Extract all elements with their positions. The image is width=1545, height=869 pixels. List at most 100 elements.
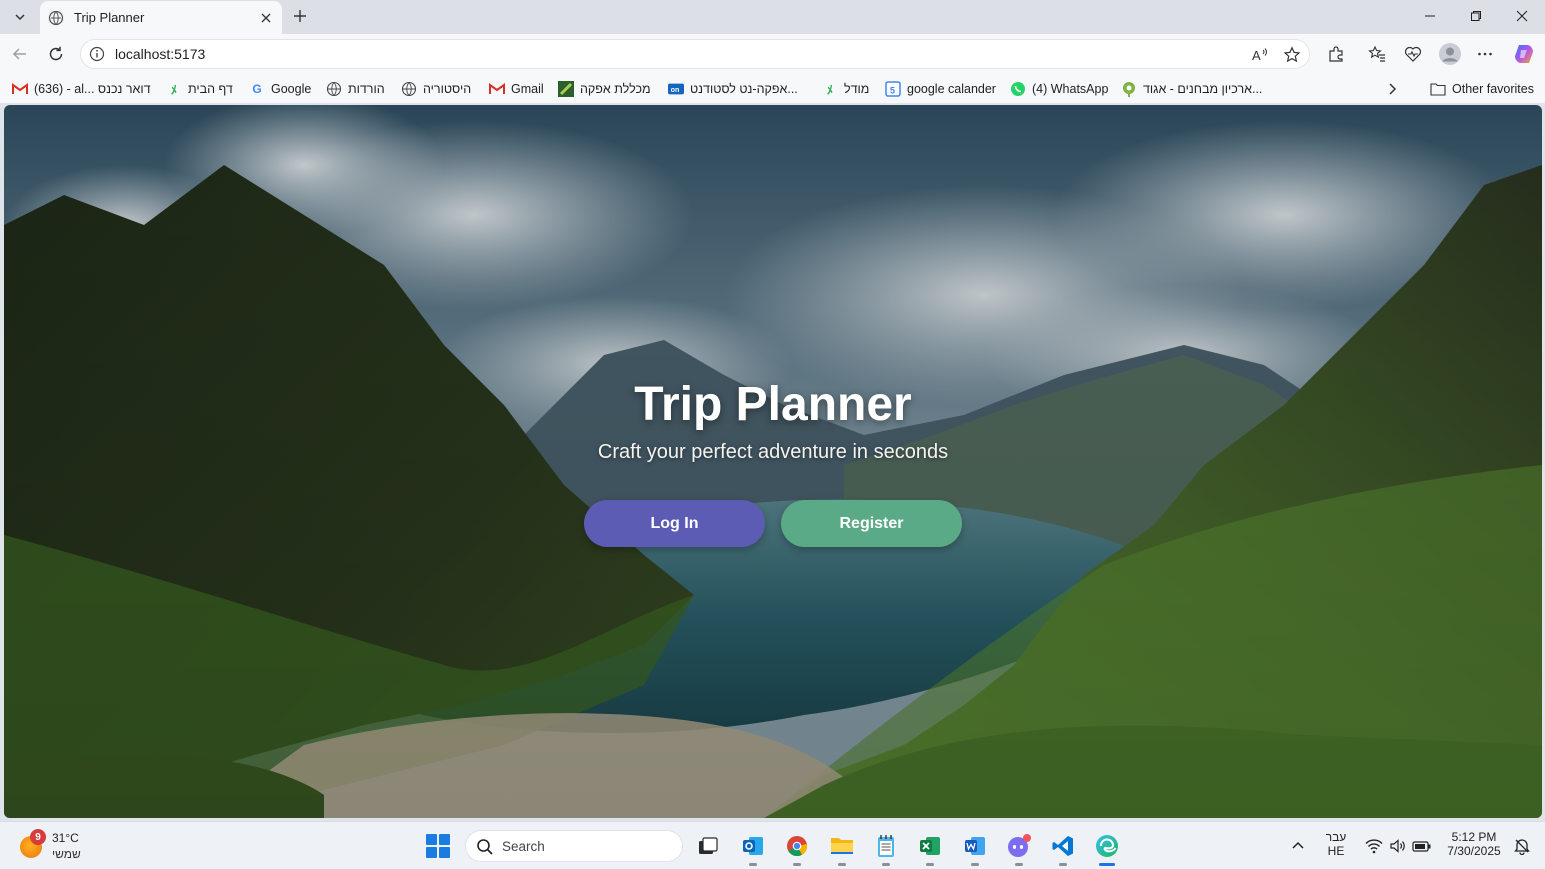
register-button[interactable]: Register xyxy=(781,500,962,547)
discord-icon[interactable] xyxy=(1005,832,1033,866)
favorite-label: מכללת אפקה xyxy=(580,82,651,96)
restore-icon[interactable] xyxy=(1466,6,1486,26)
weather-temperature: 31°C xyxy=(52,831,79,845)
browser-tab-strip: Trip Planner xyxy=(0,0,1545,34)
battery-icon[interactable] xyxy=(1408,832,1436,860)
search-icon xyxy=(477,839,493,855)
vscode-icon[interactable] xyxy=(1049,832,1077,866)
notification-badge: 9 xyxy=(30,829,46,845)
notifications-icon[interactable] xyxy=(1508,832,1536,860)
archive-icon xyxy=(1121,81,1137,97)
running-indicator xyxy=(838,863,846,866)
favorite-label: דף הבית xyxy=(188,82,233,96)
whatsapp-icon xyxy=(1010,81,1026,97)
chrome-icon[interactable] xyxy=(783,832,811,866)
clock[interactable]: 5:12 PM 7/30/2025 xyxy=(1440,830,1508,858)
weather-widget[interactable]: 9 31°C שמשי xyxy=(18,828,98,864)
tab-close-icon[interactable] xyxy=(258,10,274,26)
other-favorites-label: Other favorites xyxy=(1452,82,1534,96)
new-tab-icon[interactable] xyxy=(290,6,310,26)
favorite-label: היסטוריה xyxy=(423,82,472,96)
favorite-google-calendar[interactable]: 5 google calander xyxy=(885,80,996,98)
favorites-overflow-icon[interactable] xyxy=(1385,80,1399,98)
favorite-history[interactable]: היסטוריה xyxy=(401,80,471,98)
favorite-afeka-college[interactable]: מכללת אפקה xyxy=(558,80,651,98)
favorite-star-icon[interactable] xyxy=(1283,46,1301,64)
tab-title: Trip Planner xyxy=(74,10,145,25)
favorite-label: (4) WhatsApp xyxy=(1032,82,1109,96)
word-icon[interactable] xyxy=(961,832,989,866)
page-subtitle: Craft your perfect adventure in seconds xyxy=(597,441,949,463)
profile-avatar-icon[interactable] xyxy=(1438,42,1462,66)
running-indicator xyxy=(1059,863,1067,866)
moodle-icon: ﾒ xyxy=(826,82,833,97)
favorite-label: (636) - al... דואר נכנס xyxy=(34,82,151,96)
favorite-label: google calander xyxy=(907,82,996,96)
favorite-gmail[interactable]: Gmail xyxy=(489,80,544,98)
copilot-icon[interactable] xyxy=(1512,42,1536,66)
close-window-icon[interactable] xyxy=(1512,6,1532,26)
page-viewport: Trip Planner Craft your perfect adventur… xyxy=(4,105,1542,818)
extensions-icon[interactable] xyxy=(1326,44,1346,64)
hero-section: Trip Planner Craft your perfect adventur… xyxy=(4,105,1542,818)
afekanet-icon: on xyxy=(668,81,684,97)
globe-icon xyxy=(401,81,417,97)
site-info-icon[interactable] xyxy=(89,46,105,62)
favorite-moodle[interactable]: ﾒ מודל xyxy=(822,80,869,98)
start-button-icon[interactable] xyxy=(426,834,450,858)
favorite-label: מודל xyxy=(844,82,870,96)
back-icon[interactable] xyxy=(10,44,30,64)
notepad-icon[interactable] xyxy=(872,832,900,866)
favorite-google[interactable]: G Google xyxy=(249,80,311,98)
favorites-icon[interactable] xyxy=(1367,44,1387,64)
weather-description: שמשי xyxy=(52,847,81,861)
tab-favicon-icon xyxy=(48,10,64,25)
favorite-downloads[interactable]: הורדות xyxy=(326,80,385,98)
favorite-label: Google xyxy=(271,82,312,96)
folder-icon xyxy=(1430,81,1446,97)
globe-icon xyxy=(326,81,342,97)
gmail-icon xyxy=(489,81,505,97)
tab-actions-menu-icon[interactable] xyxy=(6,4,34,30)
show-hidden-icons-icon[interactable] xyxy=(1284,832,1312,860)
calendar-icon: 5 xyxy=(885,81,901,97)
file-explorer-icon[interactable] xyxy=(828,832,856,866)
task-view-icon[interactable] xyxy=(694,832,722,860)
refresh-icon[interactable] xyxy=(46,44,66,64)
edge-icon[interactable] xyxy=(1093,832,1121,866)
address-bar[interactable]: localhost:5173 A xyxy=(80,39,1310,69)
clock-time: 5:12 PM xyxy=(1451,830,1497,844)
svg-text:5: 5 xyxy=(890,86,895,96)
svg-text:on: on xyxy=(671,86,680,94)
address-url[interactable]: localhost:5173 xyxy=(115,46,205,62)
input-language[interactable]: עבר HE xyxy=(1320,830,1352,858)
browser-tab[interactable]: Trip Planner xyxy=(40,1,282,34)
favorite-label: אפקה-נט לסטודנט... xyxy=(690,82,798,96)
more-options-icon[interactable] xyxy=(1475,44,1495,64)
favorite-label: הורדות xyxy=(348,82,385,96)
favorite-whatsapp[interactable]: (4) WhatsApp xyxy=(1010,80,1108,98)
favorite-afeka-net[interactable]: on אפקה-נט לסטודנט... xyxy=(668,80,798,98)
taskbar-search[interactable]: Search xyxy=(465,830,683,862)
active-indicator xyxy=(1099,863,1115,866)
outlook-icon[interactable] xyxy=(739,832,767,866)
favorite-exam-archive[interactable]: ארכיון מבחנים - אגוד... xyxy=(1121,80,1262,98)
moodle-icon: ﾒ xyxy=(170,82,177,97)
minimize-icon[interactable] xyxy=(1420,6,1440,26)
favorite-home[interactable]: ﾒ דף הבית xyxy=(166,80,233,98)
excel-icon[interactable] xyxy=(916,832,944,866)
google-icon: G xyxy=(252,82,262,96)
other-favorites[interactable]: Other favorites xyxy=(1430,80,1534,98)
running-indicator xyxy=(749,863,757,866)
afeka-icon xyxy=(558,81,574,97)
browser-essentials-icon[interactable] xyxy=(1403,44,1423,64)
browser-toolbar: localhost:5173 A xyxy=(0,34,1545,74)
read-aloud-icon[interactable]: A xyxy=(1251,46,1269,64)
windows-taskbar: 9 31°C שמשי Search עבר HE 5:12 PM 7/30/2… xyxy=(0,821,1545,869)
running-indicator xyxy=(1015,863,1023,866)
favorite-label: Gmail xyxy=(511,82,544,96)
login-button[interactable]: Log In xyxy=(584,500,765,547)
favorite-gmail-inbox[interactable]: (636) - al... דואר נכנס xyxy=(12,80,151,98)
running-indicator xyxy=(882,863,890,866)
clock-date: 7/30/2025 xyxy=(1447,844,1501,858)
